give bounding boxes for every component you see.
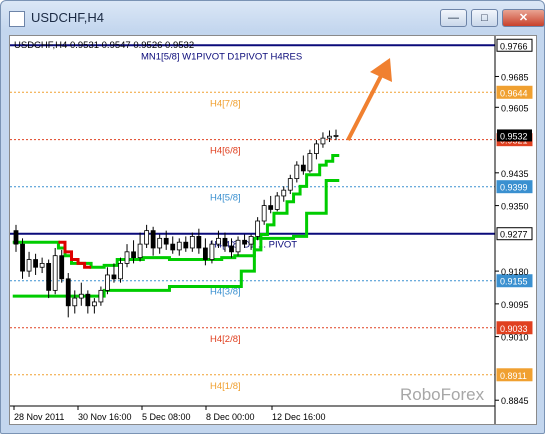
arrow-shaft — [346, 73, 384, 141]
candle-body — [150, 230, 156, 249]
candle-body — [183, 241, 189, 249]
level-lines: MN1[5/8] W1PIVOT D1PIVOT H4RES H4[7/8] H4[… — [10, 44, 495, 392]
candle-body — [85, 293, 91, 307]
candle-body — [13, 230, 19, 245]
candle-body — [209, 243, 215, 260]
candle-body — [46, 262, 52, 291]
candle-body — [268, 205, 274, 210]
maximize-button[interactable]: □ — [471, 9, 498, 27]
candle-body — [163, 237, 169, 245]
candle-body — [333, 135, 339, 137]
level-label: H4[2/8] — [210, 334, 241, 345]
candle-body — [111, 274, 117, 280]
symbol-ohlc: USDCHF,H4 0.9531 0.9547 0.9526 0.9532 — [14, 40, 194, 51]
candle-body — [235, 239, 241, 253]
candle-body — [98, 289, 104, 303]
candle-body — [202, 247, 208, 260]
candle-body — [72, 297, 78, 307]
candle-body — [105, 274, 110, 291]
x-tick-label: 28 Nov 2011 — [14, 412, 64, 422]
candle-body — [261, 205, 267, 222]
x-tick-label: 12 Dec 16:00 — [272, 412, 326, 422]
candle-body — [189, 236, 195, 249]
current-price-label: 0.9532 — [500, 131, 528, 141]
level-price-label: 0.8911 — [500, 371, 527, 381]
candle-body — [170, 243, 176, 251]
candle-body — [274, 195, 280, 210]
level-label: H4[7/8] — [210, 98, 241, 109]
candle-body — [144, 230, 150, 245]
level-price-label: 0.9399 — [500, 183, 528, 193]
level-label: H4[1/8] — [210, 381, 241, 392]
candle-body — [196, 236, 202, 249]
candle-body — [294, 164, 300, 180]
candle-body — [157, 237, 163, 249]
level-label: H4[5/8] — [210, 193, 241, 204]
x-tick-label: 30 Nov 16:00 — [78, 412, 132, 422]
candle-body — [59, 255, 65, 280]
level-label: H4[6/8] — [210, 146, 241, 157]
y-tick-label: 0.8845 — [501, 396, 529, 406]
candle-body — [229, 245, 234, 253]
price-chart[interactable]: MN1[5/8] W1PIVOT D1PIVOT H4RES H4[7/8] H4[… — [10, 36, 536, 424]
candle-body — [65, 278, 71, 307]
candle-body — [91, 301, 97, 307]
y-tick-label: 0.9350 — [501, 202, 529, 212]
y-tick-label: 0.9685 — [501, 72, 529, 82]
level-price-label: 0.9766 — [500, 41, 528, 51]
candle-body — [78, 293, 84, 299]
candle-body — [307, 153, 313, 172]
y-tick-label: 0.9605 — [501, 103, 529, 113]
title-bar[interactable]: USDCHF,H4 — □ ✕ — [1, 1, 545, 35]
y-tick-label: 0.9435 — [501, 169, 529, 179]
candle-body — [137, 243, 143, 259]
price-axis: 0.97660.96440.95210.93990.92770.91550.90… — [495, 38, 533, 406]
chart-window-icon — [9, 11, 25, 27]
level-price-label: 0.9277 — [500, 230, 528, 240]
time-axis: 28 Nov 2011 30 Nov 16:00 5 Dec 08:00 8 Dec … — [13, 406, 326, 422]
y-tick-label: 0.9180 — [501, 267, 529, 277]
y-tick-label: 0.9010 — [501, 333, 529, 343]
watermark: RoboForex — [400, 385, 485, 404]
level-label: H4[3/8] — [210, 287, 241, 298]
candle-body — [320, 137, 326, 145]
trend-arrow — [346, 58, 392, 141]
x-tick-label: 8 Dec 00:00 — [206, 412, 255, 422]
candle-body — [281, 189, 287, 197]
candle-body — [39, 262, 45, 268]
candle-body — [255, 220, 261, 237]
close-button[interactable]: ✕ — [502, 9, 545, 27]
candle-body — [216, 237, 221, 245]
candle-body — [327, 135, 332, 139]
candle-body — [26, 259, 32, 272]
candle-body — [20, 243, 25, 272]
candle-body — [52, 255, 58, 291]
candle-body — [314, 143, 319, 154]
candle-body — [248, 236, 254, 245]
candle-body — [33, 259, 38, 268]
minimize-button[interactable]: — — [440, 9, 467, 27]
candles — [13, 129, 339, 318]
candle-body — [222, 237, 228, 247]
chart-window: USDCHF,H4 — □ ✕ MN1[5/8] W1PIVOT D1PIVOT… — [0, 0, 545, 434]
candle-body — [242, 239, 247, 245]
level-price-label: 0.9155 — [500, 277, 528, 287]
level-label: MN1[5/8] W1PIVOT D1PIVOT H4RES — [141, 51, 302, 62]
candle-body — [300, 164, 306, 172]
candle-body — [131, 251, 136, 259]
candle-body — [118, 262, 123, 280]
candle-body — [124, 251, 130, 264]
x-tick-label: 5 Dec 08:00 — [142, 412, 191, 422]
plot-area[interactable]: MN1[5/8] W1PIVOT D1PIVOT H4RES H4[7/8] H4[… — [9, 35, 537, 425]
candle-body — [176, 241, 182, 251]
candle-body — [287, 178, 293, 191]
y-tick-label: 0.9095 — [501, 300, 529, 310]
level-price-label: 0.9644 — [500, 88, 528, 98]
window-title: USDCHF,H4 — [31, 10, 104, 25]
